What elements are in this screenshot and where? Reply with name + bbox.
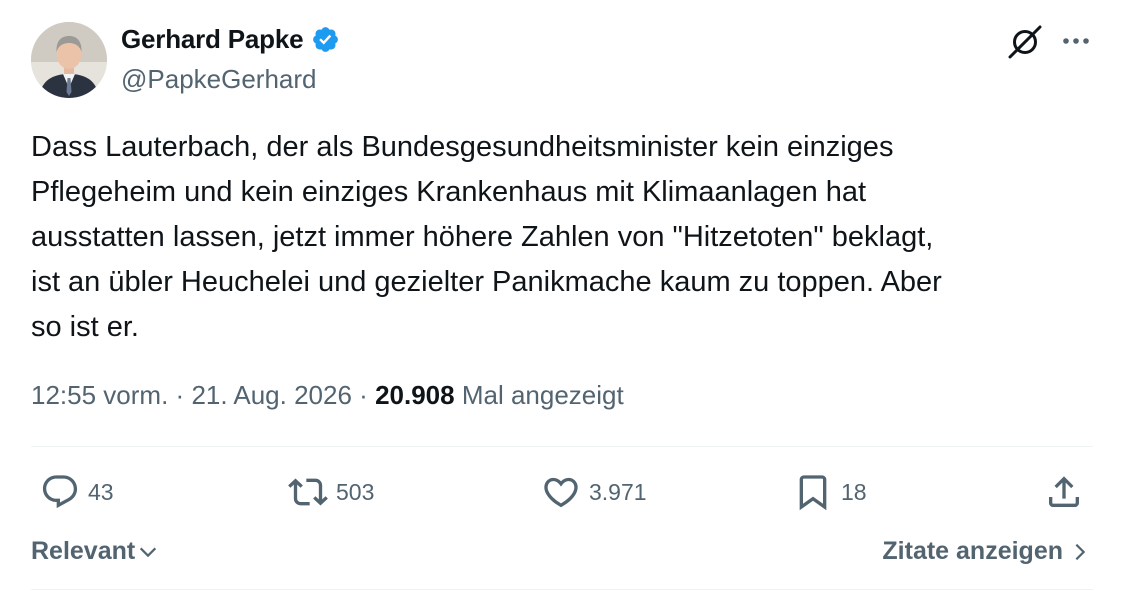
reply-button[interactable]: 43: [40, 470, 114, 514]
tweet-meta: 12:55 vorm. · 21. Aug. 2026 · 20.908 Mal…: [31, 380, 624, 411]
share-button[interactable]: [1044, 470, 1084, 514]
reply-count: 43: [88, 478, 114, 505]
grok-icon[interactable]: [1005, 22, 1045, 62]
chevron-right-icon: [1075, 543, 1086, 560]
author-name-row: Gerhard Papke: [121, 24, 340, 55]
retweet-icon: [288, 478, 328, 506]
avatar-image: [31, 22, 107, 98]
bookmark-icon: [799, 475, 827, 511]
reply-icon: [42, 475, 78, 509]
tweet-date[interactable]: 21. Aug. 2026: [191, 380, 351, 410]
verified-badge-icon[interactable]: [311, 25, 340, 54]
heart-icon: [544, 477, 578, 508]
sort-label: Relevant: [31, 537, 136, 565]
share-icon: [1049, 476, 1079, 507]
quotes-label: Zitate anzeigen: [882, 537, 1063, 565]
views-count: 20.908: [375, 380, 455, 410]
sort-dropdown[interactable]: Relevant: [31, 537, 159, 566]
tweet-time[interactable]: 12:55 vorm.: [31, 380, 168, 410]
avatar[interactable]: [31, 22, 107, 98]
author-handle[interactable]: @PapkeGerhard: [121, 64, 317, 95]
retweet-count: 503: [336, 478, 375, 505]
more-options-icon[interactable]: [1058, 26, 1094, 56]
bookmark-button[interactable]: 18: [793, 470, 867, 514]
meta-separator: ·: [175, 380, 185, 410]
bookmark-count: 18: [841, 478, 867, 505]
tweet-card: Gerhard Papke @PapkeGerhard Dass Lauterb…: [0, 0, 1123, 590]
tweet-text: Dass Lauterbach, der als Bundesgesundhei…: [31, 131, 942, 343]
divider: [31, 446, 1093, 447]
view-quotes-link[interactable]: Zitate anzeigen: [882, 537, 1091, 566]
author-name[interactable]: Gerhard Papke: [121, 24, 304, 55]
like-button[interactable]: 3.971: [541, 470, 647, 514]
like-count: 3.971: [589, 478, 647, 505]
views-label: Mal angezeigt: [461, 380, 624, 410]
meta-separator: ·: [359, 380, 368, 410]
chevron-down-icon: [140, 547, 157, 557]
retweet-button[interactable]: 503: [288, 470, 374, 514]
